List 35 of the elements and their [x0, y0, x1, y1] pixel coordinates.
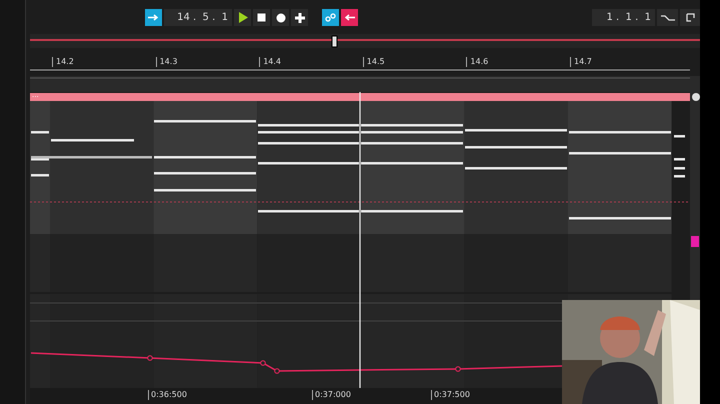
play-button[interactable] [234, 9, 251, 26]
clip-bar[interactable] [30, 93, 690, 101]
time-label: 0:37:000 [312, 390, 351, 400]
circle-icon[interactable] [692, 93, 700, 101]
time-label: 0:36:500 [148, 390, 187, 400]
stop-icon [257, 13, 266, 22]
beat-ruler[interactable]: 14.2 14.3 14.4 14.5 14.6 14.7 [30, 50, 700, 76]
midi-notes-drawing[interactable] [31, 120, 685, 220]
stop-button[interactable] [253, 9, 270, 26]
curve-button[interactable] [657, 9, 678, 26]
time-label: 0:37:500 [431, 390, 470, 400]
ruler-label: 14.6 [466, 57, 488, 67]
window-button[interactable] [680, 9, 700, 26]
ruler-label: 14.4 [259, 57, 281, 67]
position-field[interactable]: 14 . 5 . 1 [164, 9, 232, 26]
link-button[interactable] [322, 9, 339, 26]
record-icon [276, 12, 286, 22]
back-icon [344, 14, 354, 21]
link-icon [325, 13, 336, 22]
record-button[interactable] [272, 9, 289, 26]
ruler-label: 14.5 [362, 57, 385, 67]
curve-icon [660, 14, 674, 21]
ruler-label: 14.2 [52, 57, 74, 67]
back-button[interactable] [341, 9, 358, 26]
window-icon [686, 13, 694, 22]
follow-button[interactable] [145, 9, 162, 26]
ruler-label: 14.3 [156, 57, 178, 67]
automation-curve[interactable] [30, 352, 562, 374]
overview-bar[interactable] [30, 34, 700, 48]
loop-length-field[interactable]: 1 . 1 . 1 [592, 9, 655, 26]
play-icon [238, 12, 248, 23]
follow-icon [148, 14, 159, 21]
add-button[interactable] [291, 9, 308, 26]
ruler-label: 14.7 [570, 57, 592, 67]
add-icon [294, 12, 304, 22]
